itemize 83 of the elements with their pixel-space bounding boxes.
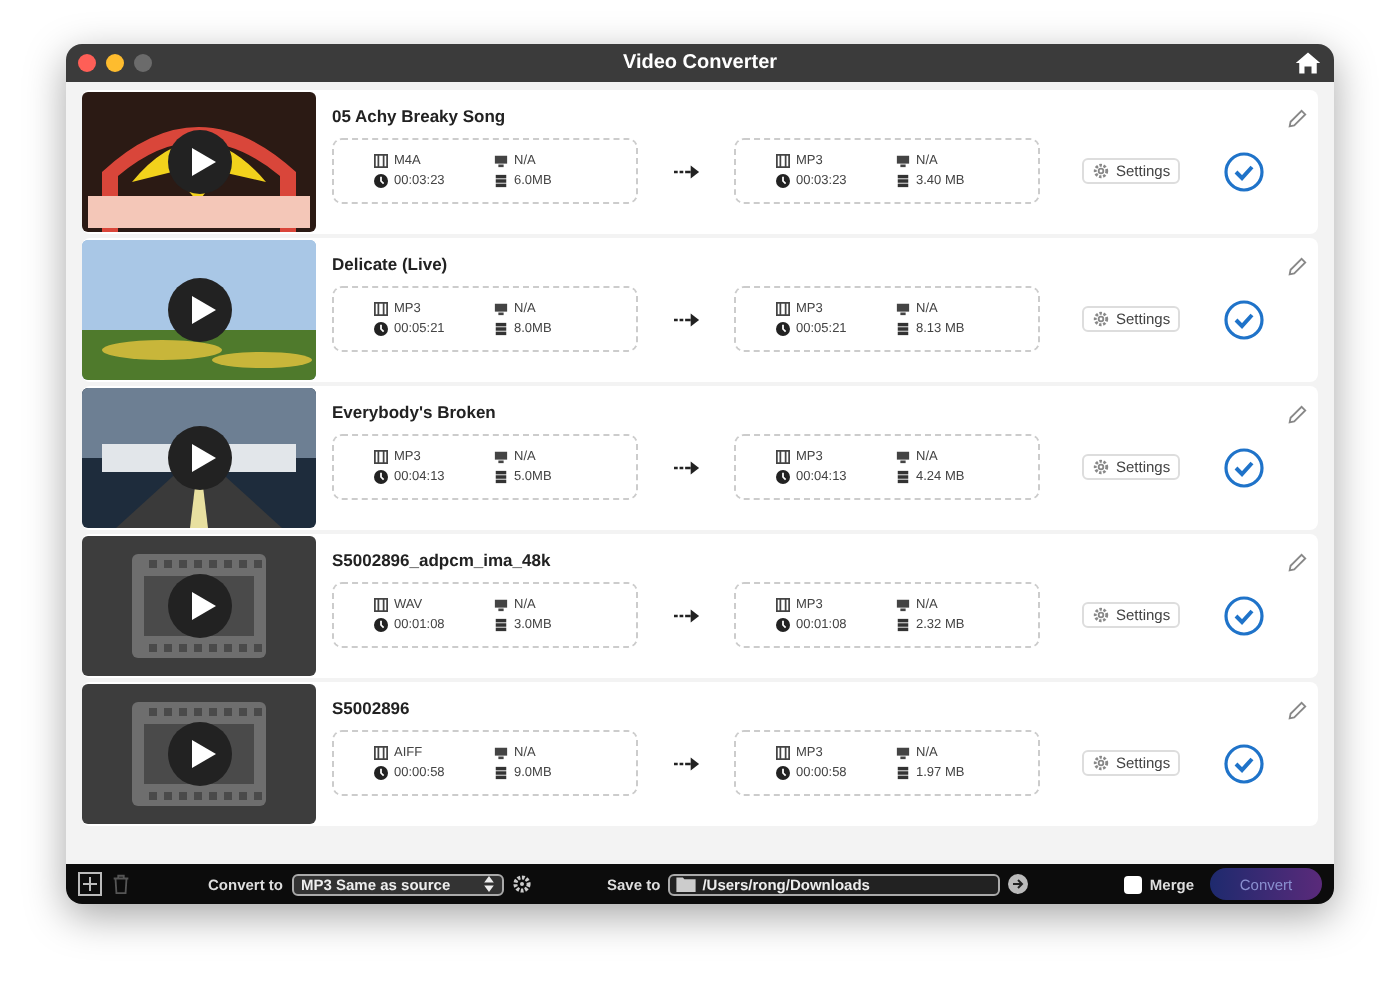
window-title: Video Converter	[620, 52, 780, 74]
check-circle-icon[interactable]	[1224, 595, 1265, 635]
clock-icon	[776, 766, 790, 780]
film-icon	[776, 598, 790, 612]
check-circle-icon[interactable]	[1224, 447, 1265, 487]
monitor-icon	[494, 598, 508, 612]
clock-icon	[374, 322, 388, 336]
clock-icon	[374, 766, 388, 780]
arrow-icon	[674, 755, 700, 771]
pencil-icon[interactable]	[1286, 700, 1308, 722]
database-icon	[494, 322, 508, 336]
database-icon	[896, 470, 910, 484]
pencil-icon[interactable]	[1286, 256, 1308, 278]
minimize-button[interactable]	[106, 54, 124, 72]
monitor-icon	[896, 746, 910, 760]
film-icon	[776, 746, 790, 760]
database-icon	[896, 766, 910, 780]
gear-icon	[1092, 606, 1110, 624]
close-button[interactable]	[78, 54, 96, 72]
file-name: S5002896	[332, 698, 412, 718]
play-icon[interactable]	[168, 722, 232, 786]
monitor-icon	[494, 746, 508, 760]
clock-icon	[776, 322, 790, 336]
gear-icon	[1092, 310, 1110, 328]
monitor-icon	[896, 154, 910, 168]
database-icon	[494, 174, 508, 188]
clock-icon	[374, 174, 388, 188]
clock-icon	[374, 470, 388, 484]
file-name: Everybody's Broken	[332, 402, 498, 422]
go-arrow-icon[interactable]	[1008, 874, 1029, 894]
arrow-icon	[674, 607, 700, 623]
play-icon[interactable]	[168, 278, 232, 342]
file-name: Delicate (Live)	[332, 254, 450, 274]
clock-icon	[776, 618, 790, 632]
gear-icon	[1092, 162, 1110, 180]
file-name: S5002896_adpcm_ima_48k	[332, 550, 553, 570]
arrow-icon	[674, 311, 700, 327]
pencil-icon[interactable]	[1286, 404, 1308, 426]
database-icon	[896, 322, 910, 336]
monitor-icon	[494, 302, 508, 316]
monitor-icon	[494, 154, 508, 168]
film-icon	[776, 154, 790, 168]
film-placeholder-icon	[82, 684, 316, 824]
play-icon[interactable]	[168, 130, 232, 194]
film-icon	[374, 450, 388, 464]
home-icon[interactable]	[1294, 50, 1322, 76]
check-circle-icon[interactable]	[1224, 743, 1265, 783]
check-circle-icon[interactable]	[1224, 299, 1265, 339]
play-icon[interactable]	[168, 574, 232, 638]
merge-checkbox[interactable]	[1123, 875, 1142, 893]
film-icon	[776, 450, 790, 464]
monitor-icon	[494, 450, 508, 464]
check-circle-icon[interactable]	[1224, 151, 1265, 191]
clock-icon	[776, 470, 790, 484]
film-icon	[374, 302, 388, 316]
database-icon	[896, 618, 910, 632]
film-icon	[374, 746, 388, 760]
monitor-icon	[896, 302, 910, 316]
arrow-icon	[674, 163, 700, 179]
add-icon[interactable]	[78, 872, 102, 896]
database-icon	[494, 618, 508, 632]
database-icon	[494, 766, 508, 780]
file-name: 05 Achy Breaky Song	[332, 106, 508, 126]
gear-icon	[1092, 754, 1110, 772]
film-placeholder-icon	[82, 536, 316, 676]
database-icon	[494, 470, 508, 484]
film-icon	[776, 302, 790, 316]
folder-icon	[676, 876, 697, 892]
arrow-icon	[674, 459, 700, 475]
film-icon	[374, 598, 388, 612]
trash-icon[interactable]	[110, 872, 132, 896]
monitor-icon	[896, 598, 910, 612]
pencil-icon[interactable]	[1286, 108, 1308, 130]
gear-icon	[1092, 458, 1110, 476]
play-icon[interactable]	[168, 426, 232, 490]
settings-icon[interactable]	[511, 874, 531, 894]
clock-icon	[374, 618, 388, 632]
database-icon	[896, 174, 910, 188]
film-icon	[374, 154, 388, 168]
updown-arrows-icon	[483, 876, 493, 892]
monitor-icon	[896, 450, 910, 464]
pencil-icon[interactable]	[1286, 552, 1308, 574]
clock-icon	[776, 174, 790, 188]
